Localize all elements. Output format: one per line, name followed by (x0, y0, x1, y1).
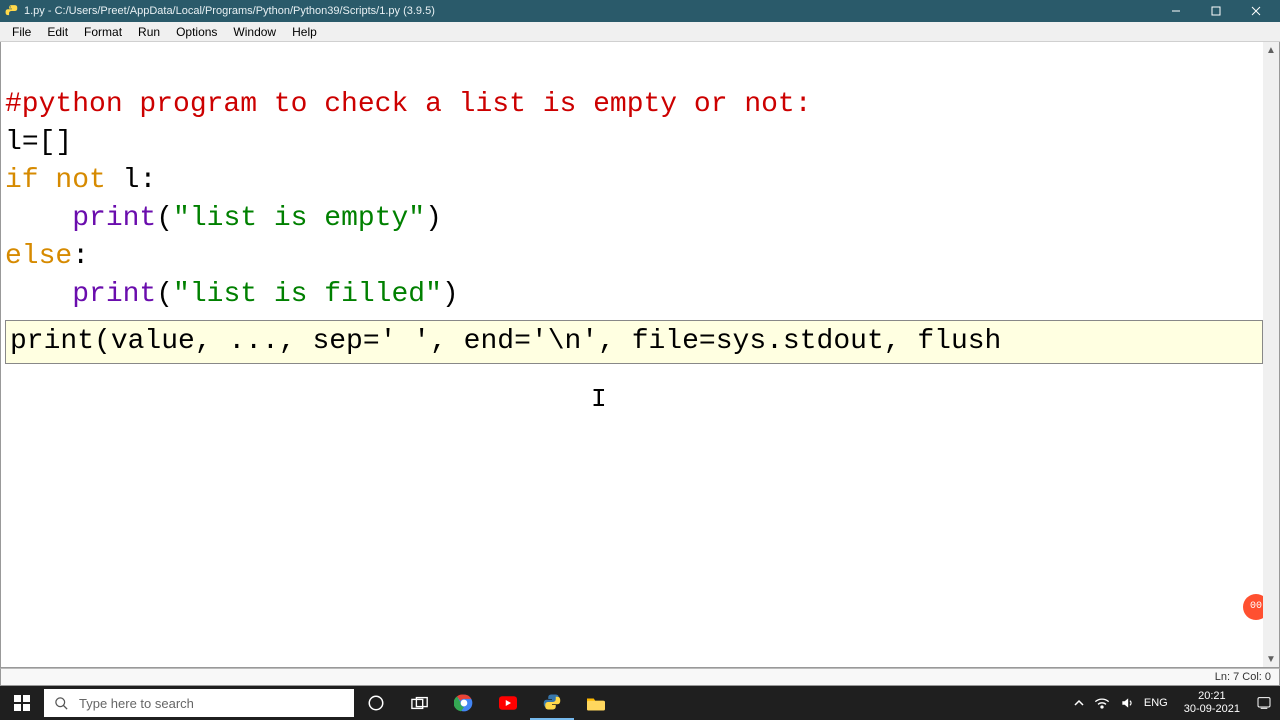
notifications-icon[interactable] (1256, 695, 1272, 711)
menu-format[interactable]: Format (76, 23, 130, 41)
code-punc: =[] (22, 127, 72, 158)
menu-file[interactable]: File (4, 23, 39, 41)
scroll-up-icon[interactable]: ▲ (1263, 42, 1279, 58)
minimize-button[interactable] (1156, 0, 1196, 22)
maximize-button[interactable] (1196, 0, 1236, 22)
clock-time: 20:21 (1184, 690, 1240, 703)
editor-container: #python program to check a list is empty… (0, 42, 1280, 668)
menu-edit[interactable]: Edit (39, 23, 76, 41)
scroll-down-icon[interactable]: ▼ (1263, 651, 1279, 667)
taskbar-app-youtube[interactable] (486, 686, 530, 720)
code-indent (5, 279, 72, 310)
code-string: "list is empty" (173, 203, 425, 234)
language-indicator[interactable]: ENG (1144, 697, 1168, 709)
code-punc: ( (156, 279, 173, 310)
code-editor[interactable]: #python program to check a list is empty… (1, 42, 1263, 667)
code-punc: ) (442, 279, 459, 310)
taskbar: Type here to search ENG 20:21 30-09-2021 (0, 686, 1280, 720)
window-title: 1.py - C:/Users/Preet/AppData/Local/Prog… (24, 5, 1156, 17)
scroll-track[interactable] (1263, 58, 1279, 651)
menu-help[interactable]: Help (284, 23, 325, 41)
task-view-button[interactable] (398, 686, 442, 720)
tray-chevron-up-icon[interactable] (1074, 698, 1084, 708)
code-builtin: print (72, 279, 156, 310)
vertical-scrollbar[interactable]: ▲ ▼ (1263, 42, 1279, 667)
taskbar-search[interactable]: Type here to search (44, 689, 354, 717)
title-bar: 1.py - C:/Users/Preet/AppData/Local/Prog… (0, 0, 1280, 22)
code-punc: ) (425, 203, 442, 234)
call-tip-text: print(value, ..., sep=' ', end='\n', fil… (10, 326, 1001, 357)
code-punc: : (139, 165, 156, 196)
taskbar-app-idle[interactable] (530, 686, 574, 720)
start-button[interactable] (0, 686, 44, 720)
menu-bar: File Edit Format Run Options Window Help (0, 22, 1280, 42)
taskbar-clock[interactable]: 20:21 30-09-2021 (1178, 690, 1246, 716)
code-identifier: l (5, 127, 22, 158)
code-indent (5, 203, 72, 234)
menu-window[interactable]: Window (225, 23, 284, 41)
code-identifier: l (106, 165, 140, 196)
menu-run[interactable]: Run (130, 23, 168, 41)
recording-badge: 00 (1243, 594, 1263, 620)
volume-icon[interactable] (1120, 696, 1134, 710)
wifi-icon[interactable] (1094, 697, 1110, 709)
cortana-button[interactable] (354, 686, 398, 720)
search-placeholder: Type here to search (79, 696, 194, 711)
code-punc: ( (156, 203, 173, 234)
menu-options[interactable]: Options (168, 23, 225, 41)
text-cursor-icon: I (591, 380, 592, 410)
code-keyword: if (5, 165, 39, 196)
cursor-position: Ln: 7 Col: 0 (1215, 671, 1271, 683)
call-tip: print(value, ..., sep=' ', end='\n', fil… (5, 320, 1263, 364)
code-punc: : (72, 241, 89, 272)
clock-date: 30-09-2021 (1184, 703, 1240, 716)
code-builtin: print (72, 203, 156, 234)
code-comment: #python program to check a list is empty… (5, 89, 812, 120)
code-keyword: else (5, 241, 72, 272)
search-icon (54, 696, 69, 711)
taskbar-app-explorer[interactable] (574, 686, 618, 720)
code-keyword: not (55, 165, 105, 196)
close-button[interactable] (1236, 0, 1276, 22)
code-string: "list is filled" (173, 279, 442, 310)
app-icon (4, 3, 20, 19)
system-tray: ENG 20:21 30-09-2021 (1066, 690, 1280, 716)
taskbar-app-chrome[interactable] (442, 686, 486, 720)
badge-text: 00 (1250, 588, 1262, 626)
status-bar: Ln: 7 Col: 0 (0, 668, 1280, 686)
